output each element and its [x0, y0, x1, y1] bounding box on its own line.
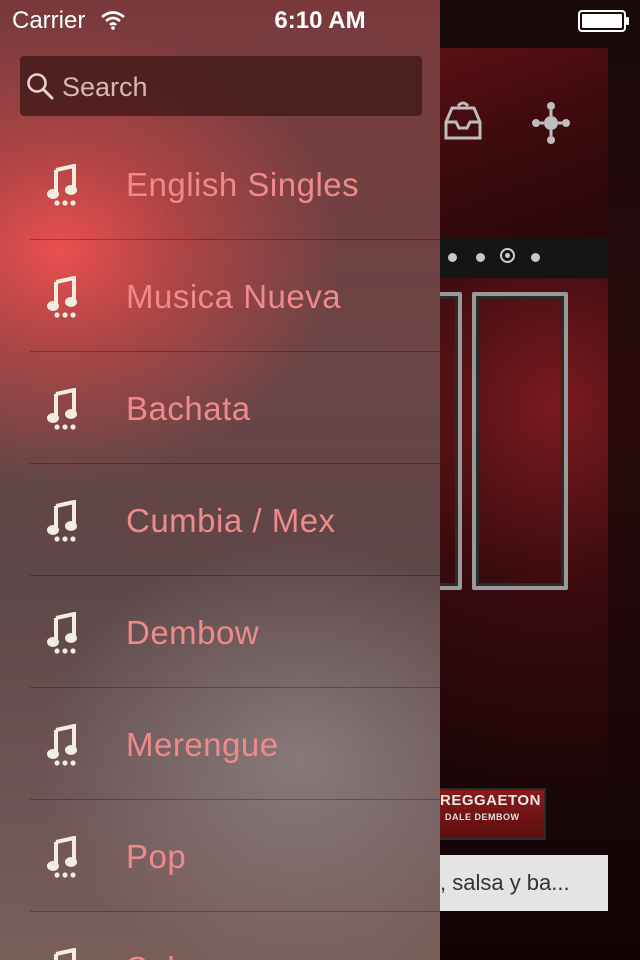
clock: 6:10 AM — [274, 7, 366, 34]
menu-item-label: Bachata — [126, 390, 251, 427]
menu-item-salsa[interactable]: Salsa — [0, 912, 440, 960]
inbox-icon[interactable] — [440, 100, 486, 146]
menu-item-label: Merengue — [126, 726, 279, 763]
menu-item-english-singles[interactable]: English Singles — [0, 128, 440, 240]
menu-item-label: English Singles — [126, 166, 360, 203]
music-note-icon — [47, 276, 77, 318]
menu-item-merengue[interactable]: Merengue — [0, 688, 440, 800]
menu-item-pop[interactable]: Pop — [0, 800, 440, 912]
menu-item-musica-nueva[interactable]: Musica Nueva — [0, 240, 440, 352]
menu-item-cumbia-mex[interactable]: Cumbia / Mex — [0, 464, 440, 576]
page-dot[interactable] — [476, 253, 485, 262]
music-note-icon — [47, 500, 77, 542]
music-note-icon — [47, 612, 77, 654]
search-icon — [27, 73, 54, 100]
page-indicator-bar — [436, 238, 608, 278]
music-note-icon — [47, 724, 77, 766]
logo-subtitle: DALE DEMBOW — [445, 812, 520, 822]
menu-item-label: Pop — [126, 838, 187, 875]
menu-item-bachata[interactable]: Bachata — [0, 352, 440, 464]
status-bar: Carrier 6:10 AM — [0, 0, 640, 40]
music-note-icon — [54, 948, 76, 960]
music-note-icon — [47, 836, 77, 878]
page-dot[interactable] — [448, 253, 457, 262]
menu-item-label: Dembow — [126, 614, 260, 651]
menu-item-label: Salsa — [126, 950, 211, 960]
music-note-icon — [47, 388, 77, 430]
network-icon[interactable] — [528, 100, 574, 146]
search-input[interactable] — [60, 64, 414, 110]
menu-item-label: Cumbia / Mex — [126, 502, 336, 539]
page-dot[interactable] — [531, 253, 540, 262]
logo-title: REGGAETON — [440, 792, 541, 809]
side-menu: English Singles Musica Nueva Bachata — [0, 0, 440, 960]
caption-text: , salsa y ba... — [440, 870, 570, 895]
menu-item-dembow[interactable]: Dembow — [0, 576, 440, 688]
art-frame-right — [472, 292, 568, 590]
page-dot-active[interactable] — [500, 248, 515, 263]
menu-item-label: Musica Nueva — [126, 278, 342, 315]
music-note-icon — [47, 164, 77, 206]
battery-icon — [578, 10, 629, 32]
